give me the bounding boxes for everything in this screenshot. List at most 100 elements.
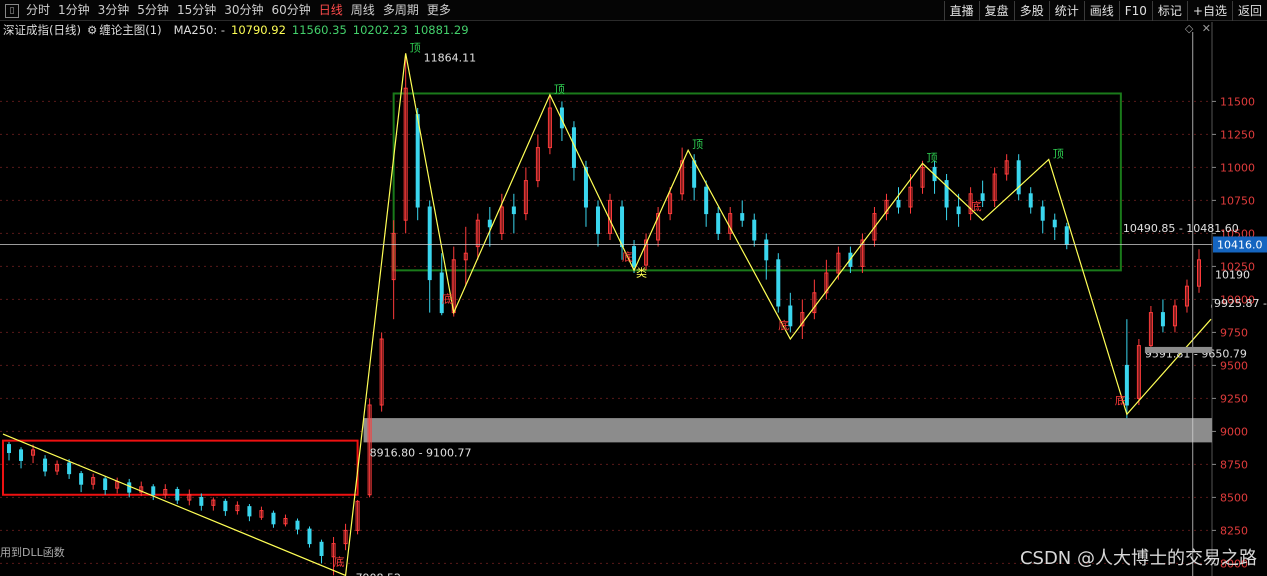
candle-body: [427, 206, 432, 281]
chart-title: 深证成指(日线): [3, 23, 81, 37]
candle-body: [43, 458, 48, 472]
tab-multi-period[interactable]: 多周期: [379, 0, 423, 21]
value-3: 10202.23: [352, 23, 408, 37]
y-tick-label: 9000: [1220, 425, 1248, 438]
tab-5min[interactable]: 5分钟: [133, 0, 173, 21]
replay-button[interactable]: 复盘: [978, 0, 1014, 21]
top-marker: 顶: [554, 83, 565, 96]
value-4: 10881.29: [413, 23, 469, 37]
current-price-label: 10416.0: [1217, 238, 1263, 251]
candle-body: [319, 541, 324, 556]
candle-body: [271, 512, 276, 525]
zone-mid-label: 10490.85 - 10481.60: [1123, 222, 1239, 235]
candle-body: [716, 213, 721, 234]
candle-body: [896, 199, 901, 208]
f10-button[interactable]: F10: [1118, 0, 1152, 21]
bottom-marker: 底: [622, 249, 633, 263]
chart-corner-icons: ◇ ✕: [1185, 22, 1211, 35]
zone-right1-label: 9925.87 - 9: [1214, 297, 1267, 310]
diamond-icon[interactable]: ◇: [1185, 22, 1193, 35]
bottom-marker: 底: [778, 318, 789, 332]
watermark: CSDN @人大博士的交易之路: [1019, 548, 1257, 569]
right-zone-bar: [1211, 304, 1212, 308]
gray-zone: [363, 418, 1213, 443]
candle-body: [415, 114, 420, 208]
y-tick-label: 11250: [1220, 128, 1255, 141]
type-marker: 类: [636, 265, 647, 279]
candle-body: [487, 219, 492, 228]
candle-body: [127, 482, 132, 493]
y-tick-label: 9500: [1220, 359, 1248, 372]
add-watchlist-button[interactable]: +自选: [1186, 0, 1232, 21]
y-tick-label: 9750: [1220, 326, 1248, 339]
candle-body: [79, 473, 84, 485]
tab-15min[interactable]: 15分钟: [173, 0, 220, 21]
red-zone: [2, 439, 359, 496]
tab-fenshi[interactable]: 分时: [22, 0, 54, 21]
tab-30min[interactable]: 30分钟: [220, 0, 267, 21]
y-tick-label: 9250: [1220, 392, 1248, 405]
y-tick-label: 11500: [1220, 95, 1255, 108]
candle-body: [67, 462, 72, 475]
candle-body: [1028, 193, 1033, 208]
bottom-marker: 底: [971, 199, 982, 213]
tab-1min[interactable]: 1分钟: [54, 0, 94, 21]
candlestick-chart[interactable]: 8000825085008750900092509500975010000102…: [0, 22, 1267, 576]
candle-body: [776, 259, 781, 307]
close-icon[interactable]: ✕: [1202, 22, 1211, 35]
top-marker: 顶: [927, 151, 938, 164]
candle-body: [511, 206, 516, 215]
right-zone-bar: [1144, 346, 1212, 353]
low-label: 7908.52: [356, 571, 402, 576]
candle-body: [752, 219, 757, 241]
y-tick-label: 8750: [1220, 458, 1248, 471]
candle-body: [620, 206, 625, 248]
bottom-marker: 底: [334, 554, 345, 568]
panel-toggle-icon[interactable]: ▯: [5, 3, 19, 18]
green-zone: [392, 92, 1122, 272]
candle-body: [199, 496, 204, 506]
y-tick-label: 8500: [1220, 491, 1248, 504]
candle-body: [595, 206, 600, 234]
candle-body: [1040, 206, 1045, 221]
candle-body: [103, 478, 108, 490]
stats-button[interactable]: 统计: [1048, 0, 1084, 21]
ma-label: MA250: -: [173, 23, 226, 37]
candle-body: [764, 239, 769, 261]
tab-daily[interactable]: 日线: [315, 0, 347, 21]
back-button[interactable]: 返回: [1231, 0, 1267, 21]
top-marker: 顶: [692, 138, 703, 151]
period-tabs: ▯ 分时 1分钟 3分钟 5分钟 15分钟 30分钟 60分钟 日线 周线 多周…: [0, 0, 455, 21]
peak-label: 11864.11: [424, 51, 477, 64]
zone-low-label: 8916.80 - 9100.77: [370, 446, 472, 459]
candle-body: [7, 444, 12, 454]
mark-button[interactable]: 标记: [1151, 0, 1187, 21]
candle-body: [247, 506, 252, 517]
multi-stock-button[interactable]: 多股: [1013, 0, 1049, 21]
indicator-name: 缠论主图(1): [99, 23, 162, 37]
candle-body: [1064, 226, 1069, 245]
right-toolbar: 直播 复盘 多股 统计 画线 F10 标记 +自选 返回: [943, 0, 1267, 21]
candle-body: [175, 488, 180, 501]
candle-body: [19, 449, 24, 461]
tab-60min[interactable]: 60分钟: [268, 0, 315, 21]
candle-body: [704, 186, 709, 215]
top-toolbar: ▯ 分时 1分钟 3分钟 5分钟 15分钟 30分钟 60分钟 日线 周线 多周…: [0, 0, 1267, 21]
candle-body: [223, 500, 228, 512]
candle-body: [1160, 312, 1165, 327]
indicator-label[interactable]: ⚙ 缠论主图(1): [87, 22, 168, 38]
draw-line-button[interactable]: 画线: [1083, 0, 1119, 21]
candle-body: [740, 213, 745, 221]
y-tick-label: 11000: [1220, 161, 1255, 174]
tab-weekly[interactable]: 周线: [347, 0, 379, 21]
candle-body: [956, 206, 961, 215]
bottom-marker: 底: [442, 292, 453, 306]
tab-more[interactable]: 更多: [423, 0, 455, 21]
live-button[interactable]: 直播: [943, 0, 979, 21]
candle-body: [151, 486, 156, 496]
dll-note: 用到DLL函数: [0, 546, 65, 559]
indicator-settings-icon[interactable]: ⚙: [87, 23, 97, 37]
tab-3min[interactable]: 3分钟: [94, 0, 134, 21]
y-tick-label: 10750: [1220, 194, 1255, 207]
candle-body: [307, 528, 312, 545]
